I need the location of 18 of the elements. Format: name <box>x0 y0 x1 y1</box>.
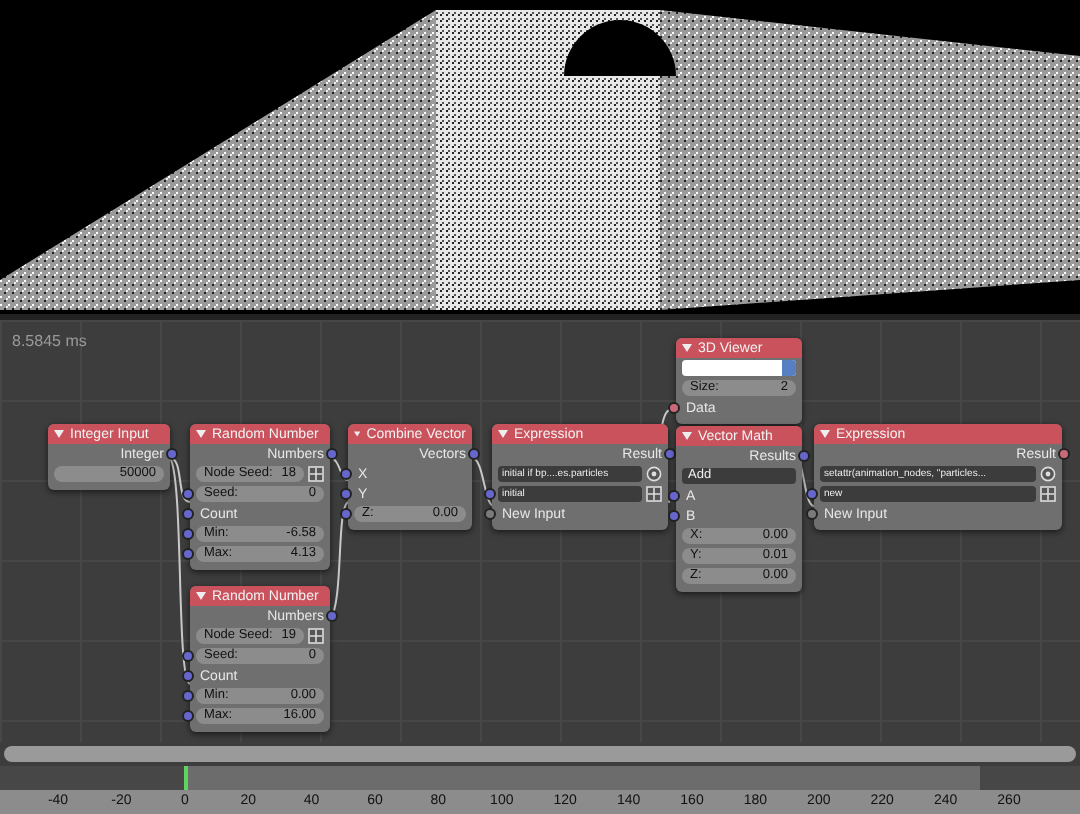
collapse-icon[interactable] <box>196 592 206 600</box>
collapse-icon[interactable] <box>682 344 692 352</box>
timing-label: 8.5845 ms <box>12 330 87 354</box>
gear-icon[interactable] <box>646 466 662 482</box>
grid-icon[interactable] <box>308 628 324 644</box>
collapse-icon[interactable] <box>498 430 508 438</box>
collapse-icon[interactable] <box>354 430 361 438</box>
grid-icon[interactable] <box>308 466 324 482</box>
collapse-icon[interactable] <box>820 430 830 438</box>
collapse-icon[interactable] <box>196 430 206 438</box>
horizontal-scrollbar[interactable] <box>4 746 1076 762</box>
collapse-icon[interactable] <box>682 432 692 440</box>
grid-icon[interactable] <box>646 486 662 502</box>
playhead-marker[interactable] <box>184 766 188 790</box>
color-field[interactable] <box>682 360 796 376</box>
gear-icon[interactable] <box>1040 466 1056 482</box>
collapse-icon[interactable] <box>54 430 64 438</box>
grid-icon[interactable] <box>1040 486 1056 502</box>
